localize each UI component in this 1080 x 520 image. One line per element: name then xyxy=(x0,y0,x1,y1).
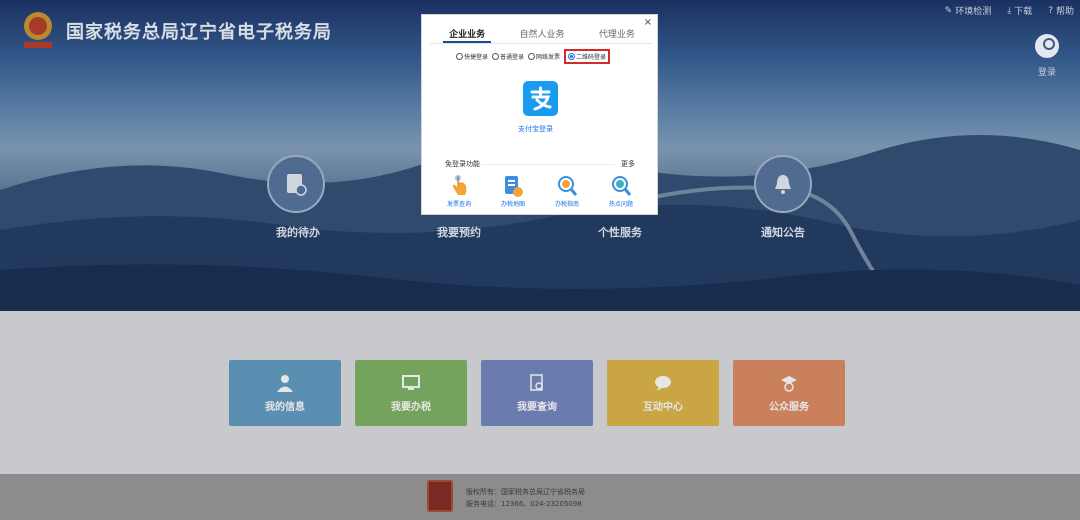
login-modal: × 企业业务 自然人业务 代理业务 快捷登录 普通登录 网络发票 二维码登录 支… xyxy=(421,14,658,215)
tile-public-service[interactable]: 公众服务 xyxy=(733,360,845,426)
hero-label-todo[interactable]: 我的待办 xyxy=(258,224,338,240)
document-search-icon xyxy=(530,374,543,391)
radio-quick-login[interactable]: 快捷登录 xyxy=(456,52,488,61)
tax-emblem-logo xyxy=(24,12,52,48)
footer-phone: 服务电话：12366、024-23205098 xyxy=(466,500,582,508)
footer-tax-logo xyxy=(427,480,453,512)
alipay-login-label[interactable]: 支付宝登录 xyxy=(518,124,553,134)
hero-label-appointment[interactable]: 我要预约 xyxy=(419,224,499,240)
login-label[interactable]: 登录 xyxy=(1038,65,1056,78)
no-login-label: 免登录功能 xyxy=(445,160,480,168)
site-title: 国家税务总局辽宁省电子税务局 xyxy=(66,22,332,43)
section-divider xyxy=(481,164,615,165)
hero-label-personal-service[interactable]: 个性服务 xyxy=(580,224,660,240)
bell-icon xyxy=(775,175,791,194)
more-link[interactable]: 更多 xyxy=(621,159,635,169)
person-icon xyxy=(277,375,293,392)
help-icon: ? xyxy=(1048,5,1053,16)
fn-tax-map[interactable]: 办税地图 xyxy=(497,173,529,208)
monitor-icon xyxy=(402,375,420,390)
map-document-icon xyxy=(505,176,523,197)
fn-invoice-query[interactable]: 发票查询 xyxy=(443,173,475,208)
radio-qr-login[interactable]: 二维码登录 xyxy=(564,49,611,64)
wrench-icon: ✎ xyxy=(944,5,953,16)
radio-dot-selected[interactable] xyxy=(568,53,576,60)
graduate-icon xyxy=(781,376,797,392)
magnifier-guide-icon xyxy=(558,176,578,196)
download-link[interactable]: ⤓ 下载 xyxy=(1007,4,1032,18)
radio-dot[interactable] xyxy=(492,53,500,60)
tile-my-info[interactable]: 我的信息 xyxy=(229,360,341,426)
magnifier-faq-icon xyxy=(612,176,632,196)
login-tabs: 企业业务 自然人业务 代理业务 xyxy=(432,27,652,43)
tile-file-tax[interactable]: 我要办税 xyxy=(355,360,467,426)
notice-button[interactable] xyxy=(754,155,812,213)
my-todo-button[interactable] xyxy=(267,155,325,213)
chat-bubble-icon xyxy=(655,376,671,391)
tile-interaction[interactable]: 互动中心 xyxy=(607,360,719,426)
footer-copyright: 版权所有：国家税务总局辽宁省税务局 xyxy=(466,488,585,496)
radio-normal-login[interactable]: 普通登录 xyxy=(492,52,524,61)
fn-hot-issues[interactable]: 热点问题 xyxy=(605,173,637,208)
login-mode-radios: 快捷登录 普通登录 网络发票 二维码登录 xyxy=(456,49,611,64)
fn-tax-guide[interactable]: 办税指南 xyxy=(551,173,583,208)
user-login-icon[interactable] xyxy=(1035,34,1059,58)
env-check-link[interactable]: ✎ 环境检测 xyxy=(944,4,992,18)
download-icon: ⤓ xyxy=(1007,5,1012,16)
radio-dot[interactable] xyxy=(528,53,536,60)
tab-divider xyxy=(430,43,652,44)
radio-network-invoice[interactable]: 网络发票 xyxy=(528,52,560,61)
radio-dot[interactable] xyxy=(456,53,463,60)
hero-label-notice[interactable]: 通知公告 xyxy=(743,224,823,240)
hand-pointer-icon xyxy=(452,175,467,195)
tab-agent[interactable]: 代理业务 xyxy=(593,27,641,43)
footer-text: 版权所有：国家税务总局辽宁省税务局 服务电话：12366、024-2320509… xyxy=(466,486,585,510)
no-login-section-header: 免登录功能 更多 xyxy=(445,159,635,171)
top-links: ✎ 环境检测 ⤓ 下载 ? 帮助 xyxy=(944,4,1074,18)
tab-enterprise[interactable]: 企业业务 xyxy=(443,27,492,43)
document-clock-icon xyxy=(287,174,307,196)
alipay-login-button[interactable] xyxy=(523,81,558,116)
help-link[interactable]: ? 帮助 xyxy=(1048,4,1074,18)
alipay-icon xyxy=(530,86,552,111)
tab-individual[interactable]: 自然人业务 xyxy=(513,27,570,43)
tile-query[interactable]: 我要查询 xyxy=(481,360,593,426)
